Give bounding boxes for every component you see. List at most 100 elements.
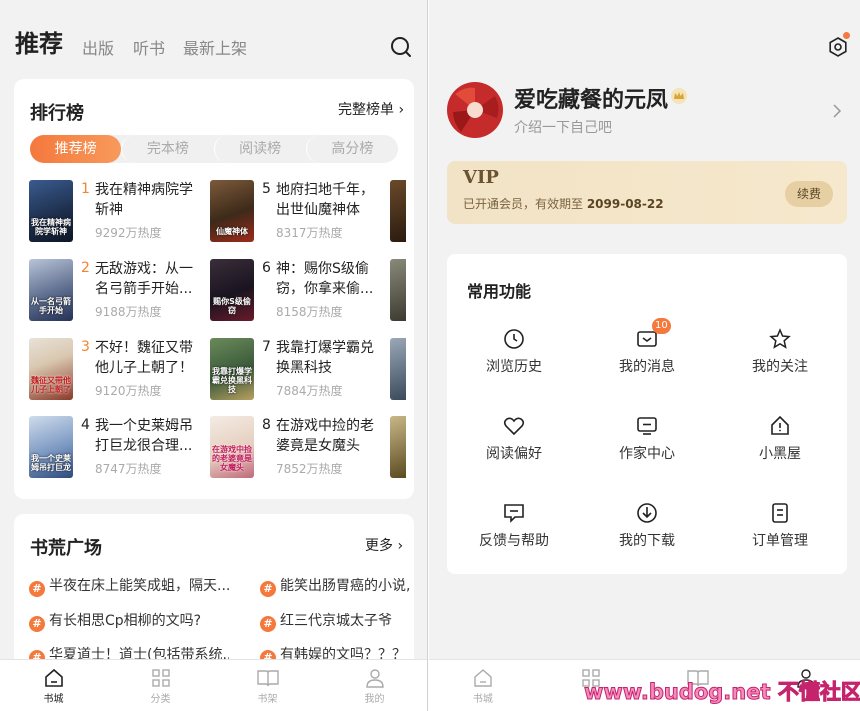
book-title: 神：赐你S级偷窃，你拿来偷... [276,261,374,297]
home-icon [44,668,63,687]
book-cover: 从一名弓箭手开始 [29,259,73,321]
top-tab-bar: 推荐 出版 听书 最新上架 [0,0,427,70]
book-cover: 在游戏中捡的老婆竟是女魔头 [210,416,254,478]
rank-number: 3 [81,339,90,355]
topic-item[interactable]: # 半夜在床上能笑成蛆，隔天... [29,575,229,597]
blacklist-button[interactable]: 小黑屋 [725,415,835,475]
following-button[interactable]: 我的关注 [725,328,835,388]
reading-preference-button[interactable]: 阅读偏好 [459,415,569,475]
history-button[interactable]: 浏览历史 [459,328,569,388]
book-title: 我靠打爆学霸兑换黑科技 [276,340,374,376]
book-heat: 8317万热度 [276,226,343,240]
book-item[interactable]: 我靠打爆学霸兑换黑科技 7 我靠打爆学霸兑换黑科技 7884万热度 [210,338,390,402]
rank-number: 1 [81,181,90,197]
vip-title: VIP [463,167,499,188]
renew-button[interactable]: 续费 [785,181,833,207]
rank-number: 2 [81,260,90,276]
book-item[interactable]: 赐你S级偷窃 6 神：赐你S级偷窃，你拿来偷... 8158万热度 [210,259,390,323]
topic-item[interactable]: # 红三代京城太子爷 [260,610,414,632]
plaza-title: 书荒广场 [30,538,102,559]
vip-description: 已开通会员，有效期至 2099-08-22 [463,197,664,211]
bottom-nav: 书城 分类 书架 我的 [0,659,427,711]
ranking-card: 排行榜 完整榜单 › 推荐榜 完本榜 阅读榜 高分榜 我在精神病院学斩神 1 我… [14,79,414,499]
book-title: 无敌游戏：从一名弓箭手开始... [95,261,193,297]
topic-item[interactable]: # 能笑出肠胃癌的小说, [260,575,414,597]
star-icon [769,328,791,349]
user-icon [365,669,384,688]
book-cover: 我一个史莱姆吊打巨龙 [29,416,73,478]
clock-icon [504,329,524,349]
feedback-icon [504,504,524,523]
common-functions-card: 常用功能 浏览历史 10 我的消息 我的关注 阅读偏好 作家中心 小黑屋 反馈与… [447,254,847,574]
book-title: 我在精神病院学斩神 [95,182,193,218]
book-icon [256,670,279,687]
full-ranking-link[interactable]: 完整榜单 › [338,99,404,119]
user-intro[interactable]: 介绍一下自己吧 [514,117,612,137]
book-heat: 9292万热度 [95,226,162,240]
nav-bookshelf[interactable]: 书架 [214,660,321,711]
monitor-icon [637,417,657,435]
rank-number: 6 [262,260,271,276]
rank-number: 7 [262,339,271,355]
home-icon [474,669,492,687]
tab-recommend-ranking[interactable]: 推荐榜 [30,135,122,163]
rank-number: 4 [81,417,90,433]
nav-bookstore[interactable]: 书城 [0,660,107,711]
chevron-right-icon[interactable] [831,104,843,118]
nav-mine[interactable]: 我的 [321,660,427,711]
tab-reading-ranking[interactable]: 阅读榜 [213,135,306,163]
settings-icon[interactable] [827,36,849,58]
nav-bookstore[interactable]: 书城 [429,660,537,711]
book-heat: 9120万热度 [95,384,162,398]
book-item[interactable]: 在游戏中捡的老婆竟是女魔头 8 在游戏中捡的老婆竟是女魔头 7852万热度 [210,416,390,480]
download-icon [637,503,657,523]
book-item[interactable]: 魏征又带他儿子上朝了 3 不好！魏征又带他儿子上朝了！ 9120万热度 [29,338,209,402]
user-name: 爱吃藏餐的元凤 [514,88,669,113]
crown-icon [671,88,687,104]
plaza-more-link[interactable]: 更多 › [365,535,403,555]
order-icon [772,503,788,523]
search-icon[interactable] [390,36,412,58]
tab-recommend[interactable]: 推荐 [15,24,63,59]
hash-icon: # [29,616,45,632]
book-item[interactable]: 仙魔神体 5 地府扫地千年，出世仙魔神体 8317万热度 [210,180,390,244]
heart-icon [503,417,525,436]
book-heat: 7852万热度 [276,462,343,476]
tab-top-rated-ranking[interactable]: 高分榜 [305,135,398,163]
book-cover-partial[interactable] [390,338,406,400]
nav-category[interactable]: 分类 [107,660,214,711]
book-item[interactable]: 从一名弓箭手开始 2 无敌游戏：从一名弓箭手开始... 9188万热度 [29,259,209,323]
book-heat: 7884万热度 [276,384,343,398]
tab-audiobook[interactable]: 听书 [133,35,165,59]
rank-number: 8 [262,417,271,433]
vip-banner[interactable]: VIP 已开通会员，有效期至 2099-08-22 续费 [447,161,847,224]
book-cover: 仙魔神体 [210,180,254,242]
notification-dot [843,32,850,39]
book-item[interactable]: 我一个史莱姆吊打巨龙 4 我一个史莱姆吊打巨龙很合理... 8747万热度 [29,416,209,480]
topic-item[interactable]: # 有长相思Cp相柳的文吗? [29,610,229,632]
book-cover-partial[interactable] [390,259,406,321]
avatar[interactable] [447,82,503,138]
book-cover-partial[interactable] [390,180,406,242]
downloads-button[interactable]: 我的下载 [592,502,702,562]
book-cover-partial[interactable] [390,416,406,478]
ranking-title: 排行榜 [30,103,84,124]
book-cover: 魏征又带他儿子上朝了 [29,338,73,400]
book-cover: 我靠打爆学霸兑换黑科技 [210,338,254,400]
tab-completed-ranking[interactable]: 完本榜 [121,135,213,163]
unread-badge: 10 [652,318,671,334]
book-item[interactable]: 我在精神病院学斩神 1 我在精神病院学斩神 9292万热度 [29,180,209,244]
site-watermark: www.budog.net 不懂社区 [584,680,860,705]
book-title: 我一个史莱姆吊打巨龙很合理... [95,418,193,454]
feedback-button[interactable]: 反馈与帮助 [459,502,569,562]
book-cover: 赐你S级偷窃 [210,259,254,321]
house-alert-icon [771,415,789,435]
book-heat: 8747万热度 [95,462,162,476]
rank-number: 5 [262,181,271,197]
book-title: 地府扫地千年，出世仙魔神体 [276,182,374,218]
tab-publish[interactable]: 出版 [82,35,114,59]
author-center-button[interactable]: 作家中心 [592,415,702,475]
tab-new-arrivals[interactable]: 最新上架 [183,35,247,59]
messages-button[interactable]: 10 我的消息 [592,318,702,388]
orders-button[interactable]: 订单管理 [725,502,835,562]
